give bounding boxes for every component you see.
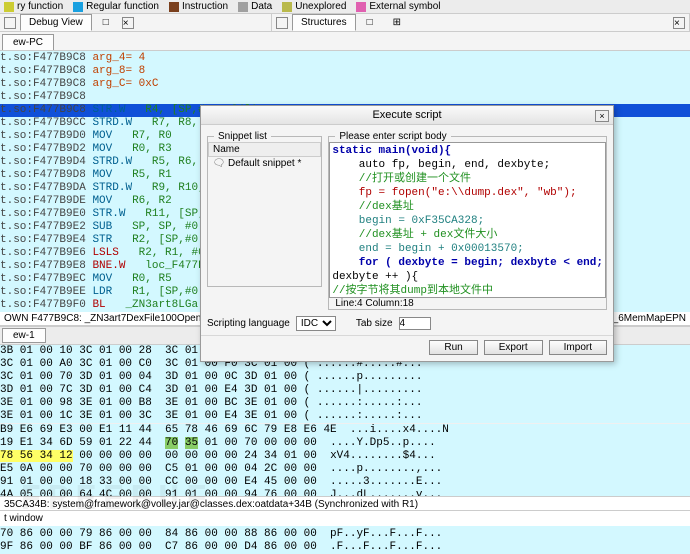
dialog-titlebar[interactable]: Execute script × (201, 106, 613, 125)
script-body-panel: Please enter script body static main(voi… (328, 131, 607, 310)
hex-tab[interactable]: ew-1 (2, 328, 46, 343)
export-button[interactable]: Export (484, 340, 543, 355)
legend-data: Data (251, 1, 272, 12)
snippet-list-panel: Snippet list Name 🗨 Default snippet * (207, 131, 322, 287)
legend-lib: ry function (17, 1, 63, 12)
tab-size-input[interactable] (399, 317, 431, 330)
snippet-item[interactable]: 🗨 Default snippet * (209, 157, 321, 171)
legend-ext: External symbol (369, 1, 440, 12)
tab-structures[interactable]: Structures (292, 14, 356, 31)
close-icon[interactable]: × (122, 17, 134, 29)
scripting-language-label: Scripting language (207, 318, 290, 329)
legend-inst: Instruction (182, 1, 228, 12)
hex-view-2[interactable]: B9 E6 69 E3 00 E1 11 44 65 78 46 69 6C 7… (0, 424, 690, 554)
tab-debug-view[interactable]: Debug View (20, 14, 92, 31)
status-bar-2: t window (0, 510, 690, 526)
tab-blank-2[interactable]: □ (358, 14, 382, 31)
tab-blank-3[interactable]: ⊞ (384, 14, 410, 31)
arrow-icon: 🗨 (213, 158, 226, 169)
tab-size-label: Tab size (356, 318, 393, 329)
legend-reg: Regular function (86, 1, 159, 12)
close-icon-2[interactable]: × (673, 17, 685, 29)
snippet-name-header[interactable]: Name (209, 143, 321, 157)
run-button[interactable]: Run (429, 340, 477, 355)
subtab-ewpc[interactable]: ew-PC (2, 34, 54, 50)
disasm-subtabs: ew-PC (0, 32, 690, 51)
scripting-language-select[interactable]: IDC (296, 316, 336, 331)
restore-icon-2[interactable] (276, 17, 288, 29)
import-button[interactable]: Import (549, 340, 607, 355)
script-body-label: Please enter script body (335, 131, 450, 142)
dialog-title: Execute script (372, 109, 441, 121)
restore-icon[interactable] (4, 17, 16, 29)
main-tabs-row: Debug View □ × Structures □ ⊞ × (0, 14, 690, 32)
close-icon[interactable]: × (595, 110, 609, 122)
tab-blank-1[interactable]: □ (94, 14, 118, 31)
line-column-status: Line:4 Column:18 (335, 298, 606, 309)
legend-bar: ry function Regular function Instruction… (0, 0, 690, 14)
script-textarea[interactable]: static main(void){ auto fp, begin, end, … (329, 142, 606, 298)
snippet-list-label: Snippet list (214, 131, 271, 142)
signature-text: OWN F477B9C8: _ZN3art7DexFile100OpenM (4, 313, 210, 324)
execute-script-dialog: Execute script × Snippet list Name 🗨 Def… (200, 105, 614, 362)
legend-unex: Unexplored (295, 1, 346, 12)
